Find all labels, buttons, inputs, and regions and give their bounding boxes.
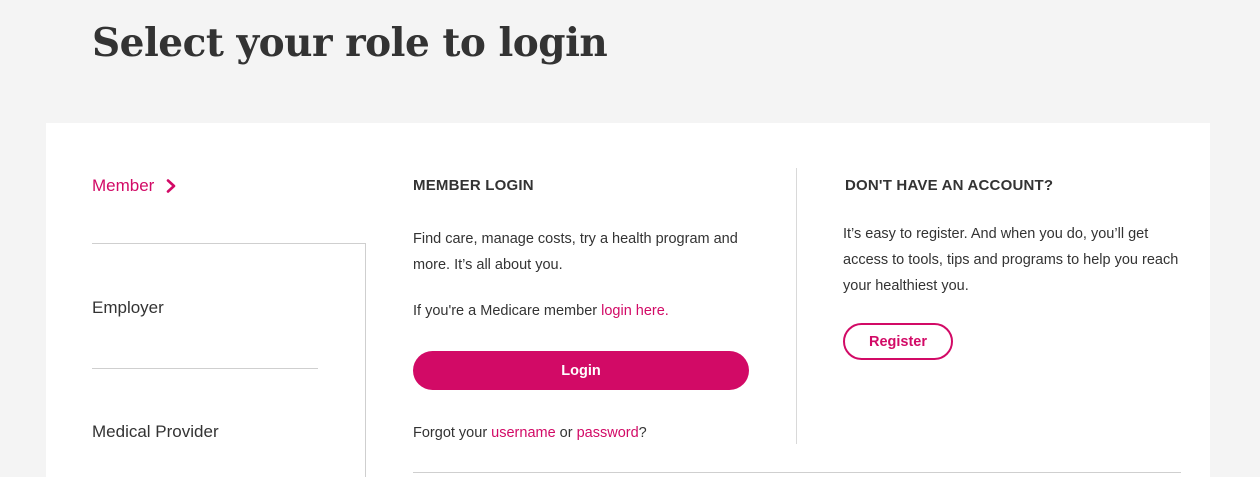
register-button[interactable]: Register [843, 323, 953, 360]
chevron-right-icon [167, 179, 176, 193]
forgot-suffix: ? [638, 425, 647, 441]
forgot-password-link[interactable]: password [577, 425, 639, 441]
role-divider [92, 243, 366, 244]
section-divider [413, 472, 1181, 473]
register-heading: DON'T HAVE AN ACCOUNT? [845, 177, 1054, 194]
role-member-label: Member [92, 176, 155, 195]
role-menu-border [365, 243, 366, 477]
page-title: Select your role to login [92, 20, 608, 66]
forgot-prefix: Forgot your [413, 425, 492, 441]
member-login-heading: MEMBER LOGIN [413, 177, 534, 194]
role-divider [92, 368, 318, 369]
medicare-prefix: If you're a Medicare member [413, 303, 602, 319]
member-login-description: Find care, manage costs, try a health pr… [413, 231, 738, 273]
role-member[interactable]: Member [92, 175, 178, 197]
forgot-or: or [555, 425, 577, 441]
role-employer[interactable]: Employer [92, 297, 164, 319]
login-button[interactable]: Login [413, 351, 749, 390]
forgot-username-link[interactable]: username [491, 425, 555, 441]
register-description: It’s easy to register. And when you do, … [843, 226, 1179, 294]
forgot-credentials-text: Forgot your username or password? [413, 420, 647, 446]
role-medical-provider[interactable]: Medical Provider [92, 421, 219, 443]
medicare-login-link[interactable]: login here. [601, 303, 669, 319]
medicare-text: If you're a Medicare member login here. [413, 298, 753, 324]
column-divider [796, 168, 797, 444]
